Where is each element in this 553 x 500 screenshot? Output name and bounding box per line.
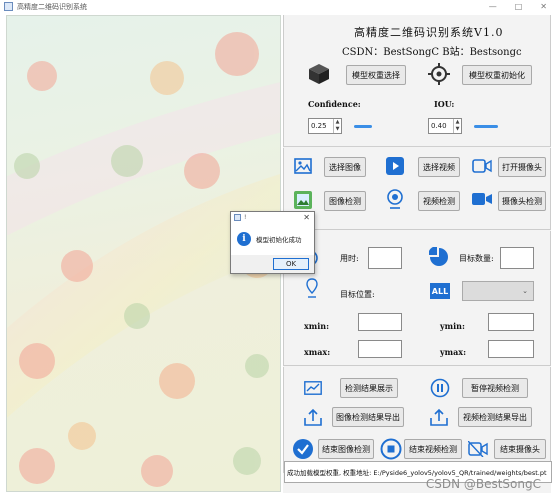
dialog-title: ! — [244, 214, 247, 221]
camcorder-icon — [472, 193, 492, 205]
xmax-label: xmax: — [304, 347, 331, 357]
iou-label: IOU: — [434, 99, 455, 109]
window-title: 高精度二维码识别系统 — [17, 2, 87, 11]
dialog-body: i 模型初始化成功 — [231, 223, 314, 255]
select-video-button[interactable]: 选择视频 — [418, 157, 460, 177]
watermark: CSDN @BestSongC — [425, 477, 541, 491]
close-icon[interactable]: ✕ — [303, 213, 310, 222]
close-icon[interactable]: ✕ — [540, 0, 547, 13]
image-icon — [294, 158, 312, 174]
author-credits: CSDN：BestSongC B站：Bestsongc — [342, 47, 522, 58]
maximize-icon[interactable]: □ — [515, 0, 523, 13]
pie-chart-icon — [429, 247, 448, 266]
target-icon — [428, 63, 450, 85]
xmin-field — [358, 313, 402, 331]
confidence-slider[interactable] — [354, 125, 372, 128]
init-weights-button[interactable]: 模型权重初始化 — [462, 65, 532, 85]
message-dialog: ! ✕ i 模型初始化成功 OK — [230, 211, 315, 274]
confidence-label: Confidence: — [308, 99, 361, 109]
system-title: 高精度二维码识别系统V1.0 — [354, 26, 504, 39]
dialog-footer: OK — [231, 255, 314, 273]
export-video-results-button[interactable]: 视频检测结果导出 — [458, 407, 532, 427]
confidence-spinbox[interactable]: 0.25 ▲ ▼ — [308, 118, 342, 134]
check-circle-icon — [293, 439, 313, 459]
target-count-field — [500, 247, 534, 269]
input-section: 选择图像 选择视频 打开摄像头 图像检测 视频检测 摄像头检测 — [283, 148, 551, 230]
actions-section: 检测结果展示 暂停视频检测 图像检测结果导出 视频检测结果导出 结束图像检测 结… — [283, 367, 551, 473]
open-camera-button[interactable]: 打开摄像头 — [498, 157, 546, 177]
ymax-label: ymax: — [440, 347, 467, 357]
dialog-message: 模型初始化成功 — [256, 236, 302, 244]
camera-off-icon — [468, 441, 488, 457]
image-detect-button[interactable]: 图像检测 — [324, 191, 366, 211]
webcam-icon — [387, 189, 403, 209]
time-label: 用时: — [340, 254, 359, 263]
time-field — [368, 247, 402, 269]
video-detect-button[interactable]: 视频检测 — [418, 191, 460, 211]
app-icon — [234, 214, 241, 221]
end-camera-button[interactable]: 结束摄像头 — [494, 439, 546, 459]
show-results-button[interactable]: 检测结果展示 — [340, 378, 398, 398]
cube-icon — [309, 64, 329, 84]
info-icon: i — [237, 232, 251, 246]
spin-arrows-icon[interactable]: ▲ ▼ — [333, 119, 341, 133]
iou-slider[interactable] — [474, 125, 498, 128]
target-select[interactable]: ⌄ — [462, 281, 534, 301]
window-titlebar: 高精度二维码识别系统 — □ ✕ — [0, 0, 553, 13]
end-image-detect-button[interactable]: 结束图像检测 — [318, 439, 374, 459]
pause-icon — [430, 378, 450, 398]
location-pin-icon — [306, 278, 318, 298]
export-icon — [304, 408, 322, 426]
iou-spinbox[interactable]: 0.40 ▲ ▼ — [428, 118, 462, 134]
select-image-button[interactable]: 选择图像 — [324, 157, 366, 177]
stop-circle-icon — [380, 438, 402, 460]
camera-icon — [472, 159, 492, 173]
target-count-label: 目标数量: — [459, 254, 494, 263]
results-section: 用时: 目标数量: 目标位置: ALL ⌄ xmin: ymin: xmax: … — [283, 231, 551, 366]
export-icon — [430, 408, 448, 426]
dialog-titlebar: ! — [231, 212, 314, 223]
iou-value: 0.40 — [431, 122, 447, 130]
xmin-label: xmin: — [304, 321, 330, 331]
ymin-field — [488, 313, 534, 331]
target-position-label: 目标位置: — [340, 290, 375, 299]
video-icon — [386, 157, 404, 175]
model-section: 高精度二维码识别系统V1.0 CSDN：BestSongC B站：Bestson… — [283, 15, 551, 147]
minimize-icon[interactable]: — — [489, 0, 497, 13]
app-icon — [4, 2, 13, 11]
window-controls: — □ ✕ — [489, 0, 547, 13]
chevron-down-icon: ⌄ — [522, 287, 528, 295]
ok-button[interactable]: OK — [273, 258, 309, 270]
ymin-label: ymin: — [440, 321, 465, 331]
confidence-value: 0.25 — [311, 122, 327, 130]
ymax-field — [488, 340, 534, 358]
pause-video-button[interactable]: 暂停视频检测 — [462, 378, 528, 398]
end-video-detect-button[interactable]: 结束视频检测 — [404, 439, 462, 459]
xmax-field — [358, 340, 402, 358]
control-panel: 高精度二维码识别系统V1.0 CSDN：BestSongC B站：Bestson… — [283, 15, 551, 493]
export-image-results-button[interactable]: 图像检测结果导出 — [332, 407, 404, 427]
select-weights-button[interactable]: 模型权重选择 — [346, 65, 406, 85]
line-chart-icon — [304, 381, 322, 395]
image-detect-icon — [294, 191, 312, 209]
all-icon: ALL — [430, 283, 450, 299]
spin-arrows-icon[interactable]: ▲ ▼ — [453, 119, 461, 133]
camera-detect-button[interactable]: 摄像头检测 — [498, 191, 546, 211]
